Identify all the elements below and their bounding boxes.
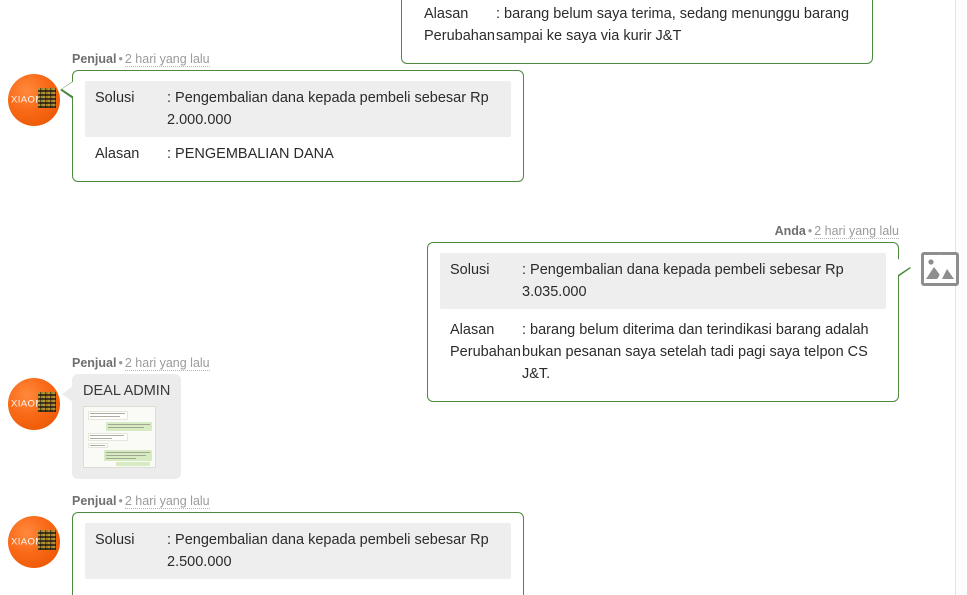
chat-screenshot-thumbnail[interactable] <box>83 406 156 468</box>
message-author: Penjual <box>72 52 117 66</box>
message-field: Alasan Perubahan : barang belum diterima… <box>440 309 886 391</box>
message-field: Solusi : Pengembalian dana kepada pembel… <box>85 523 511 579</box>
message-timestamp[interactable]: 2 hari yang lalu <box>814 224 899 239</box>
message-column: Penjual • 2 hari yang lalu Solusi : Pengem… <box>72 494 524 595</box>
avatar-photo-overlay <box>38 88 56 108</box>
message-timestamp[interactable]: 2 hari yang lalu <box>124 494 210 509</box>
meta-separator: • <box>118 52 123 66</box>
message-field: Alasan Perubahan : barang belum saya ter… <box>414 0 860 53</box>
broken-image-glyph <box>921 252 959 286</box>
field-value: : barang belum saya terima, sedang menun… <box>496 6 850 44</box>
discussion-thread-page: Alasan Perubahan : barang belum saya ter… <box>0 0 967 595</box>
message-field: Solusi : Pengembalian dana kepada pembel… <box>85 81 511 137</box>
message-author: Penjual <box>72 356 117 370</box>
image-message-bubble[interactable]: DEAL ADMIN <box>61 374 182 479</box>
message-timestamp[interactable]: 2 hari yang lalu <box>124 52 210 67</box>
message-meta: Penjual • 2 hari yang lalu <box>72 494 210 509</box>
field-value: : Pengembalian dana kepada pembeli sebes… <box>167 90 489 128</box>
message-bubble: Solusi : Pengembalian dana kepada pembel… <box>427 242 911 402</box>
message-timestamp[interactable]: 2 hari yang lalu <box>124 356 210 371</box>
message-bubble: Solusi : Pengembalian dana kepada pembel… <box>60 70 524 182</box>
message-author: Penjual <box>72 494 117 508</box>
message-bubble: Solusi : Pengembalian dana kepada pembel… <box>72 512 524 595</box>
field-value: : barang belum diterima dan terindikasi … <box>522 322 869 382</box>
message-column: Penjual • 2 hari yang lalu DEAL ADMIN <box>61 356 210 479</box>
broken-image-icon[interactable] <box>921 252 959 286</box>
message-row: Anda • 2 hari yang lalu Solusi : Pengembal… <box>427 224 959 402</box>
meta-separator: • <box>807 224 813 238</box>
field-value: : PENGEMBALIAN DANA <box>167 146 334 162</box>
message-meta: Penjual • 2 hari yang lalu <box>72 52 210 67</box>
message-meta: Anda • 2 hari yang lalu <box>774 224 899 239</box>
image-caption: DEAL ADMIN <box>83 383 171 399</box>
message-row: XIAOMI Penjual • 2 hari yang lalu Solusi :… <box>8 52 524 182</box>
field-label: Alasan Perubahan <box>450 322 521 360</box>
message-column: Anda • 2 hari yang lalu Solusi : Pengembal… <box>427 224 911 402</box>
meta-separator: • <box>118 494 123 508</box>
avatar[interactable]: XIAOMI <box>8 378 60 430</box>
field-label: Alasan <box>95 146 140 162</box>
message-row: XIAOMI Penjual • 2 hari yang lalu Solusi :… <box>8 494 524 595</box>
avatar[interactable]: XIAOMI <box>8 74 60 126</box>
field-label: Solusi <box>450 262 490 278</box>
avatar[interactable]: XIAOMI <box>8 516 60 568</box>
message-field: Solusi : Pengembalian dana kepada pembel… <box>440 253 886 309</box>
field-value: : Pengembalian dana kepada pembeli sebes… <box>167 532 489 570</box>
field-value: : Pengembalian dana kepada pembeli sebes… <box>522 262 844 300</box>
field-label: Solusi <box>95 90 135 106</box>
message-meta: Penjual • 2 hari yang lalu <box>72 356 210 371</box>
message-row: XIAOMI Penjual • 2 hari yang lalu DEAL ADM… <box>8 356 210 479</box>
message-column: Penjual • 2 hari yang lalu Solusi : Pengem… <box>60 52 524 182</box>
meta-separator: • <box>118 356 123 370</box>
message-field: Alasan : PENGEMBALIAN DANA <box>85 137 511 171</box>
field-label: Alasan Perubahan <box>424 6 495 44</box>
avatar-photo-overlay <box>38 392 56 412</box>
field-label: Solusi <box>95 532 135 548</box>
message-author: Anda <box>774 224 806 238</box>
avatar-photo-overlay <box>38 530 56 550</box>
